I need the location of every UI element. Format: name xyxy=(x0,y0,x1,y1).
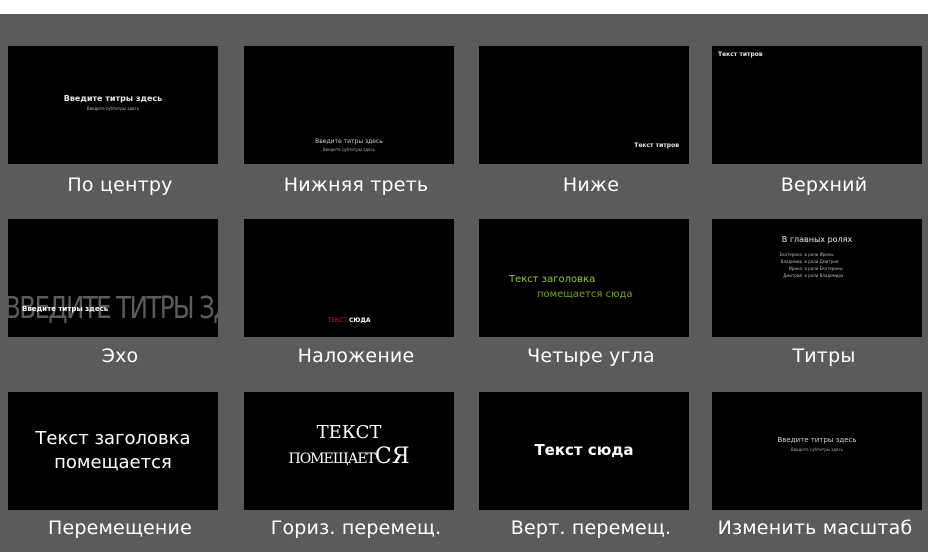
tile-caption: Верхний xyxy=(780,174,868,196)
tile-caption: Эхо xyxy=(101,345,139,367)
thumbnail-echo: ВВЕДИТЕ ТИТРЫ ЗДЕСЬ Введите титры здесь xyxy=(8,219,218,337)
credit-row: Владимир в роли Дмитрия xyxy=(780,259,839,264)
thumbnail-centered: Введите титры здесь Введите субтитры зде… xyxy=(8,46,218,164)
title-text: Текст титров xyxy=(718,51,763,58)
subtitle-text: Введите субтитры здесь xyxy=(86,106,140,111)
tile-caption: Перемещение xyxy=(48,517,192,539)
title-line-1: ТЕКСТ xyxy=(316,422,382,443)
credits-heading: В главных ролях xyxy=(781,235,853,244)
thumbnail-vertical-move: Текст сюда xyxy=(479,392,689,510)
title-line-1: Текст заголовка xyxy=(509,274,596,285)
thumbnail-lower-third: Введите титры здесь Введите субтитры зде… xyxy=(244,46,454,164)
subtitle-text: Введите субтитры здесь xyxy=(322,147,376,152)
tile-caption: Верт. перемещ. xyxy=(510,517,672,539)
subtitle-text: Введите субтитры здесь xyxy=(790,447,844,452)
thumbnail-upper: Текст титров xyxy=(712,46,922,164)
title-text: Введите титры здесь xyxy=(63,94,163,103)
overlay-word-white: СЮДА xyxy=(349,317,371,324)
title-text: Введите титры здесь xyxy=(777,436,857,444)
thumbnail-overlay: ТЕКСТ СЮДА xyxy=(244,219,454,337)
tile-caption: Гориз. перемещ. xyxy=(270,517,442,539)
thumbnail-horizontal-move: ТЕКСТ ПОМЕЩАЕТСЯ xyxy=(244,392,454,510)
thumbnail-move: Текст заголовка помещается xyxy=(8,392,218,510)
credit-row: Екатерина в роли Ирины xyxy=(779,252,834,257)
title-text: Введите титры здесь xyxy=(315,138,383,145)
top-strip xyxy=(0,0,928,14)
title-line-2: ПОМЕЩАЕТСЯ xyxy=(288,444,410,469)
thumbnail-lower: Текст титров xyxy=(479,46,689,164)
title-text: Текст сюда xyxy=(534,441,634,459)
title-text: Введите титры здесь xyxy=(22,305,109,313)
overlay-word-red: ТЕКСТ xyxy=(327,317,348,324)
title-text: Текст титров xyxy=(634,142,679,149)
tile-caption: Титры xyxy=(792,345,856,367)
credit-row: Дмитрий в роли Владимира xyxy=(783,273,844,278)
title-line-2: помещается xyxy=(54,452,172,473)
thumbnail-four-corners: Текст заголовка помещается сюда xyxy=(479,219,689,337)
tile-caption: Ниже xyxy=(562,174,620,196)
title-line-1: Текст заголовка xyxy=(35,428,191,449)
credit-row: Ирина в роли Екатерины xyxy=(788,266,843,271)
thumbnail-zoom: Введите титры здесь Введите субтитры зде… xyxy=(712,392,922,510)
credits-list: Екатерина в роли Ирины Владимир в роли Д… xyxy=(760,251,876,279)
tile-caption: Четыре угла xyxy=(527,345,655,367)
title-line-2: помещается сюда xyxy=(537,289,633,300)
tile-caption: Наложение xyxy=(297,345,415,367)
tile-caption: По центру xyxy=(67,174,173,196)
thumbnail-credits: В главных ролях Екатерина в роли Ирины В… xyxy=(712,219,922,337)
tile-caption: Изменить масштаб xyxy=(717,517,913,539)
tile-caption: Нижняя треть xyxy=(283,174,429,196)
overlay-text: ТЕКСТ СЮДА xyxy=(244,317,454,324)
title-style-grid: Введите титры здесь Введите субтитры зде… xyxy=(0,14,928,552)
